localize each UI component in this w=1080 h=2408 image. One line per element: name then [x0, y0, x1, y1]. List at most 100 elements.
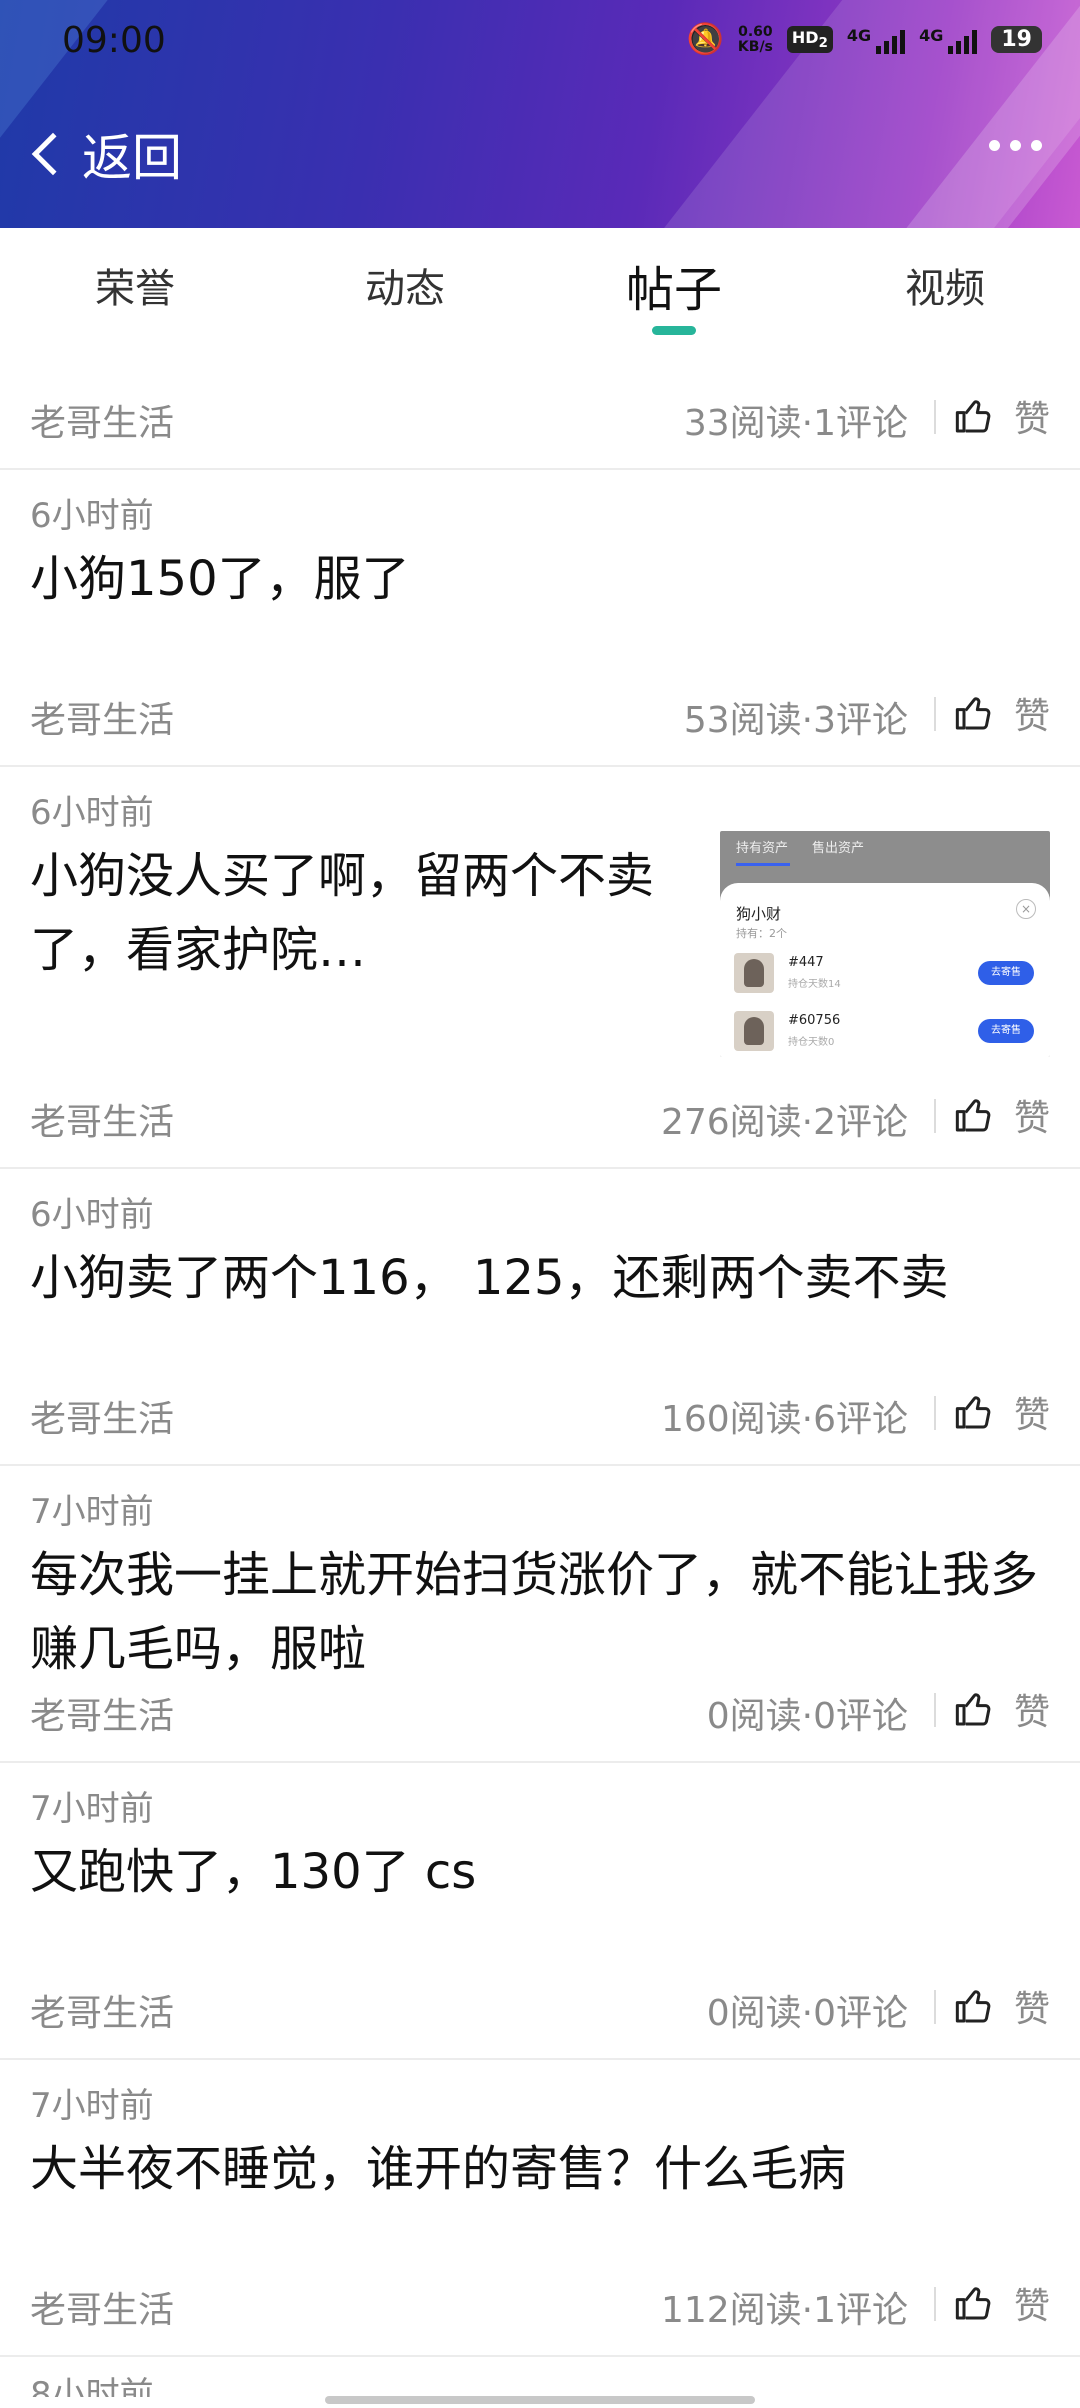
- chevron-left-icon: [31, 132, 75, 176]
- post-item[interactable]: 7小时前 大半夜不睡觉，谁开的寄售？什么毛病: [0, 2060, 1080, 2245]
- status-icons: 🔕 0.60 KB/s HD2 4G 4G 19: [687, 22, 1042, 57]
- thumbs-up-icon: [955, 1693, 991, 1726]
- post-item[interactable]: 6小时前 小狗没人买了啊，留两个不卖了，看家护院… 持有资产 售出资产 狗小财 …: [0, 767, 1080, 1057]
- post-author[interactable]: 老哥生活: [30, 1984, 174, 2036]
- post-time: 6小时前: [30, 793, 154, 833]
- status-bar: 09:00 🔕 0.60 KB/s HD2 4G 4G 19: [0, 0, 1080, 84]
- post-author[interactable]: 老哥生活: [30, 1687, 174, 1739]
- post-image[interactable]: 持有资产 售出资产 狗小财 持有：2个 × #447 持仓天数14 去寄售 #6…: [720, 831, 1050, 1057]
- post-item[interactable]: 7小时前 又跑快了，130了 cs: [0, 1763, 1080, 1948]
- status-time: 09:00: [62, 20, 166, 61]
- divider: [934, 1396, 936, 1430]
- signal-icon: 4G: [919, 25, 978, 54]
- post-time: 6小时前: [30, 1195, 154, 1235]
- image-list-item: #447 持仓天数14 去寄售: [734, 951, 1034, 997]
- active-tab-indicator: [652, 326, 696, 335]
- post-meta-row: 老哥生活 112阅读·1评论 赞: [0, 2245, 1080, 2357]
- image-tab: 售出资产: [812, 841, 865, 856]
- divider: [934, 1990, 936, 2024]
- network-speed: 0.60 KB/s: [737, 23, 773, 55]
- post-meta-row: 老哥生活 53阅读·3评论 赞: [0, 655, 1080, 767]
- like-label: 赞: [1013, 1692, 1050, 1733]
- divider: [934, 400, 936, 434]
- like-button[interactable]: 赞: [954, 1386, 1050, 1438]
- post-content: 大半夜不睡觉，谁开的寄售？什么毛病: [30, 2141, 847, 2197]
- more-dot-icon: [989, 140, 1000, 151]
- post-meta-row: 老哥生活 33阅读·1评论 赞: [0, 358, 1080, 470]
- post-meta-row: 老哥生活 276阅读·2评论 赞: [0, 1057, 1080, 1169]
- post-stats: 53阅读·3评论: [683, 700, 908, 741]
- image-tab: 持有资产: [736, 841, 789, 856]
- home-indicator[interactable]: [325, 2396, 755, 2404]
- signal-label: 4G: [846, 25, 872, 45]
- post-author[interactable]: 老哥生活: [30, 1390, 174, 1442]
- post-item[interactable]: 6小时前 小狗卖了两个116， 125，还剩两个卖不卖: [0, 1169, 1080, 1354]
- tab-videos[interactable]: 视频: [845, 256, 1045, 314]
- more-dot-icon: [1031, 140, 1042, 151]
- post-content: 又跑快了，130了 cs: [30, 1844, 477, 1900]
- post-time: 6小时前: [30, 496, 154, 536]
- divider: [934, 697, 936, 731]
- tab-honor[interactable]: 荣誉: [35, 256, 235, 314]
- item-days: 持仓天数0: [788, 1037, 835, 1048]
- divider: [934, 1693, 936, 1727]
- post-feed: 老哥生活 33阅读·1评论 赞 6小时前 小狗150了，服了 老哥生活 53阅读…: [0, 358, 1080, 2397]
- close-icon: ×: [1016, 899, 1036, 919]
- item-id: #60756: [788, 1013, 841, 1028]
- post-author[interactable]: 老哥生活: [30, 691, 174, 743]
- post-time: 8小时前: [30, 2375, 154, 2397]
- post-time: 7小时前: [30, 1492, 154, 1532]
- avatar: [734, 953, 774, 993]
- like-button[interactable]: 赞: [954, 1089, 1050, 1141]
- post-item[interactable]: 7小时前 每次我一挂上就开始扫货涨价了，就不能让我多赚几毛吗，服啦: [0, 1466, 1080, 1677]
- post-author[interactable]: 老哥生活: [30, 1093, 174, 1145]
- post-author[interactable]: 老哥生活: [30, 2281, 174, 2333]
- signal-label: 4G: [919, 25, 944, 45]
- hd-icon: HD2: [786, 25, 833, 54]
- more-dot-icon: [1010, 140, 1021, 151]
- hd-label: HD: [791, 27, 819, 47]
- post-stats: 112阅读·1评论: [660, 2290, 908, 2331]
- back-label: 返回: [82, 129, 182, 187]
- thumbs-up-icon: [955, 1990, 991, 2023]
- like-label: 赞: [1013, 2286, 1050, 2327]
- like-button[interactable]: 赞: [954, 1683, 1050, 1735]
- post-meta-row: 老哥生活 160阅读·6评论 赞: [0, 1354, 1080, 1466]
- post-stats: 33阅读·1评论: [683, 403, 908, 444]
- more-options-button[interactable]: [989, 140, 1042, 151]
- tab-bar: 荣誉 动态 帖子 视频: [0, 228, 1080, 358]
- image-sheet: 狗小财 持有：2个 × #447 持仓天数14 去寄售 #60756 持仓天数0…: [720, 883, 1050, 1057]
- post-item[interactable]: 6小时前 小狗150了，服了: [0, 470, 1080, 655]
- mute-bell-icon: 🔕: [686, 22, 724, 57]
- tab-posts[interactable]: 帖子: [574, 250, 774, 320]
- thumbs-up-icon: [955, 697, 991, 730]
- profile-header: 09:00 🔕 0.60 KB/s HD2 4G 4G 19 返回: [0, 0, 1080, 228]
- like-button[interactable]: 赞: [954, 1980, 1050, 2032]
- thumbs-up-icon: [955, 1099, 991, 1132]
- post-meta-row: 老哥生活 0阅读·0评论 赞: [0, 1948, 1080, 2060]
- post-stats: 0阅读·0评论: [706, 1993, 908, 2034]
- like-button[interactable]: 赞: [954, 390, 1050, 442]
- divider: [934, 1099, 936, 1133]
- like-button[interactable]: 赞: [954, 687, 1050, 739]
- post-content: 小狗150了，服了: [30, 551, 410, 607]
- like-button[interactable]: 赞: [954, 2277, 1050, 2329]
- image-tabs: 持有资产 售出资产: [736, 837, 865, 866]
- tab-activity[interactable]: 动态: [305, 256, 505, 314]
- network-speed-unit: KB/s: [737, 38, 773, 55]
- image-tab-underline: [736, 863, 790, 866]
- post-author[interactable]: 老哥生活: [30, 394, 174, 446]
- signal-icon: 4G: [846, 25, 906, 54]
- back-button[interactable]: 返回: [28, 118, 182, 190]
- post-stats: 160阅读·6评论: [660, 1399, 908, 1440]
- thumbs-up-icon: [955, 1396, 991, 1429]
- avatar: [734, 1011, 774, 1051]
- network-speed-value: 0.60: [738, 23, 773, 40]
- thumbs-up-icon: [955, 2287, 991, 2320]
- item-button: 去寄售: [978, 1019, 1034, 1043]
- item-button: 去寄售: [978, 961, 1034, 985]
- like-label: 赞: [1013, 1098, 1050, 1139]
- post-stats: 0阅读·0评论: [706, 1696, 908, 1737]
- like-label: 赞: [1013, 399, 1050, 440]
- like-label: 赞: [1013, 1989, 1050, 2030]
